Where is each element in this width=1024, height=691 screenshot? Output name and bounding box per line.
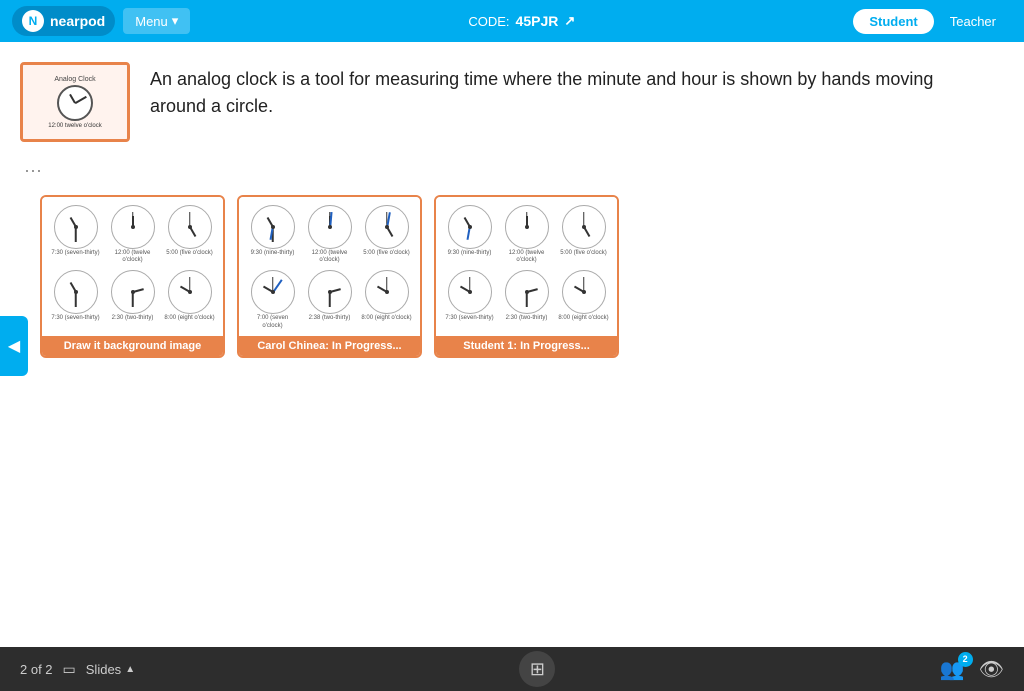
clock-cell: 2:30 (two-thirty) <box>499 268 554 331</box>
clock-700 <box>251 270 295 314</box>
clock-cell: 2:38 (two-thirty) <box>302 268 357 331</box>
clock-230-s1 <box>505 270 549 314</box>
card-grid-s1: 9:30 (nine-thirty) 12:00 (twelve o'clock… <box>436 197 617 332</box>
ellipsis: ··· <box>24 160 994 181</box>
clock-500-1 <box>168 205 212 249</box>
header-tabs: Student Teacher <box>853 9 1012 34</box>
slides-label[interactable]: Slides ▲ <box>86 662 135 677</box>
clock-930 <box>251 205 295 249</box>
clock-1200-s1 <box>505 205 549 249</box>
card-grid-bg: 7:30 (seven-thirty) 12:00 (twelve o'cloc… <box>42 197 223 332</box>
clock-cell: 9:30 (nine-thirty) <box>442 203 497 266</box>
thumb-label: Analog Clock <box>54 76 95 83</box>
thumb-time: 12:00 twelve o'clock <box>48 123 102 129</box>
header: N nearpod Menu ▾ CODE: 45PJR ↗ Student T… <box>0 0 1024 42</box>
footer: 2 of 2 ▭ Slides ▲ ⊞ 👥 2 👁 <box>0 647 1024 691</box>
nearpod-logo[interactable]: N nearpod <box>12 6 115 36</box>
slide-info: Analog Clock 12:00 twelve o'clock An ana… <box>20 62 994 142</box>
eye-button[interactable]: 👁 <box>979 657 1004 682</box>
teacher-tab[interactable]: Teacher <box>934 9 1012 34</box>
card-footer-s1: Student 1: In Progress... <box>436 336 617 356</box>
clock-cell: 8:00 (eight o'clock) <box>162 268 217 331</box>
student-tab[interactable]: Student <box>853 9 933 34</box>
clock-cell: 7:00 (seven o'clock) <box>245 268 300 331</box>
clock-cell: 7:30 (seven-thirty) <box>442 268 497 331</box>
clock-cell: 12:00 (twelve o'clock) <box>499 203 554 266</box>
header-left: N nearpod Menu ▾ <box>12 6 190 36</box>
clock-500-2 <box>365 205 409 249</box>
share-icon[interactable]: ↗ <box>564 13 575 29</box>
card-carol[interactable]: 9:30 (nine-thirty) 12:00 (twelve o'clock… <box>237 195 422 358</box>
clock-cell: 8:00 (eight o'clock) <box>556 268 611 331</box>
present-button[interactable]: ⊞ <box>519 651 555 687</box>
clock-800-2 <box>365 270 409 314</box>
footer-left: 2 of 2 ▭ Slides ▲ <box>20 661 135 678</box>
participants-button[interactable]: 👥 2 <box>940 657 965 682</box>
clock-cell: 8:00 (eight o'clock) <box>359 268 414 331</box>
menu-button[interactable]: Menu ▾ <box>123 8 190 34</box>
slide-icon: ▭ <box>63 661 76 678</box>
clock-700-s1 <box>448 270 492 314</box>
main-content: Analog Clock 12:00 twelve o'clock An ana… <box>0 42 1024 378</box>
logo-circle: N <box>22 10 44 32</box>
clock-cell: 7:30 (seven-thirty) <box>48 203 103 266</box>
code-value: 45PJR <box>516 13 559 29</box>
clock-cell: 5:00 (five o'clock) <box>556 203 611 266</box>
clock-800-s1 <box>562 270 606 314</box>
chevron-up-icon: ▲ <box>125 664 135 675</box>
footer-center: ⊞ <box>519 651 555 687</box>
clock-cell: 2:30 (two-thirty) <box>105 268 160 331</box>
clock-cell: 5:00 (five o'clock) <box>162 203 217 266</box>
clock-500-s1 <box>562 205 606 249</box>
slide-thumbnail[interactable]: Analog Clock 12:00 twelve o'clock <box>20 62 130 142</box>
logo-text: nearpod <box>50 13 105 29</box>
clock-930-s1 <box>448 205 492 249</box>
clock-cell: 12:00 (twelve o'clock) <box>105 203 160 266</box>
clock-1200-1 <box>111 205 155 249</box>
present-icon: ⊞ <box>530 659 545 680</box>
left-arrow-tab[interactable]: ◀ <box>0 316 28 376</box>
clock-cell: 5:00 (five o'clock) <box>359 203 414 266</box>
clock-1200-2 <box>308 205 352 249</box>
header-code: CODE: 45PJR ↗ <box>468 13 575 29</box>
page-info: 2 of 2 <box>20 662 53 677</box>
slide-description: An analog clock is a tool for measuring … <box>150 62 994 120</box>
clock-730-2 <box>54 270 98 314</box>
footer-right: 👥 2 👁 <box>940 657 1004 682</box>
eye-icon: 👁 <box>979 657 1004 682</box>
clock-230-2 <box>308 270 352 314</box>
clock-cell: 12:00 (twelve o'clock) <box>302 203 357 266</box>
chevron-down-icon: ▾ <box>172 13 179 29</box>
clock-mini <box>57 85 93 121</box>
card-footer-bg: Draw it background image <box>42 336 223 356</box>
card-student1[interactable]: 9:30 (nine-thirty) 12:00 (twelve o'clock… <box>434 195 619 358</box>
cards-row: 7:30 (seven-thirty) 12:00 (twelve o'cloc… <box>40 195 994 358</box>
clock-cell: 7:30 (seven-thirty) <box>48 268 103 331</box>
clock-730-1 <box>54 205 98 249</box>
card-draw-background[interactable]: 7:30 (seven-thirty) 12:00 (twelve o'cloc… <box>40 195 225 358</box>
card-grid-carol: 9:30 (nine-thirty) 12:00 (twelve o'clock… <box>239 197 420 332</box>
card-footer-carol: Carol Chinea: In Progress... <box>239 336 420 356</box>
participants-badge: 2 <box>958 652 973 667</box>
clock-cell: 9:30 (nine-thirty) <box>245 203 300 266</box>
clock-800-1 <box>168 270 212 314</box>
left-arrow-icon: ◀ <box>8 336 20 356</box>
clock-230-1 <box>111 270 155 314</box>
